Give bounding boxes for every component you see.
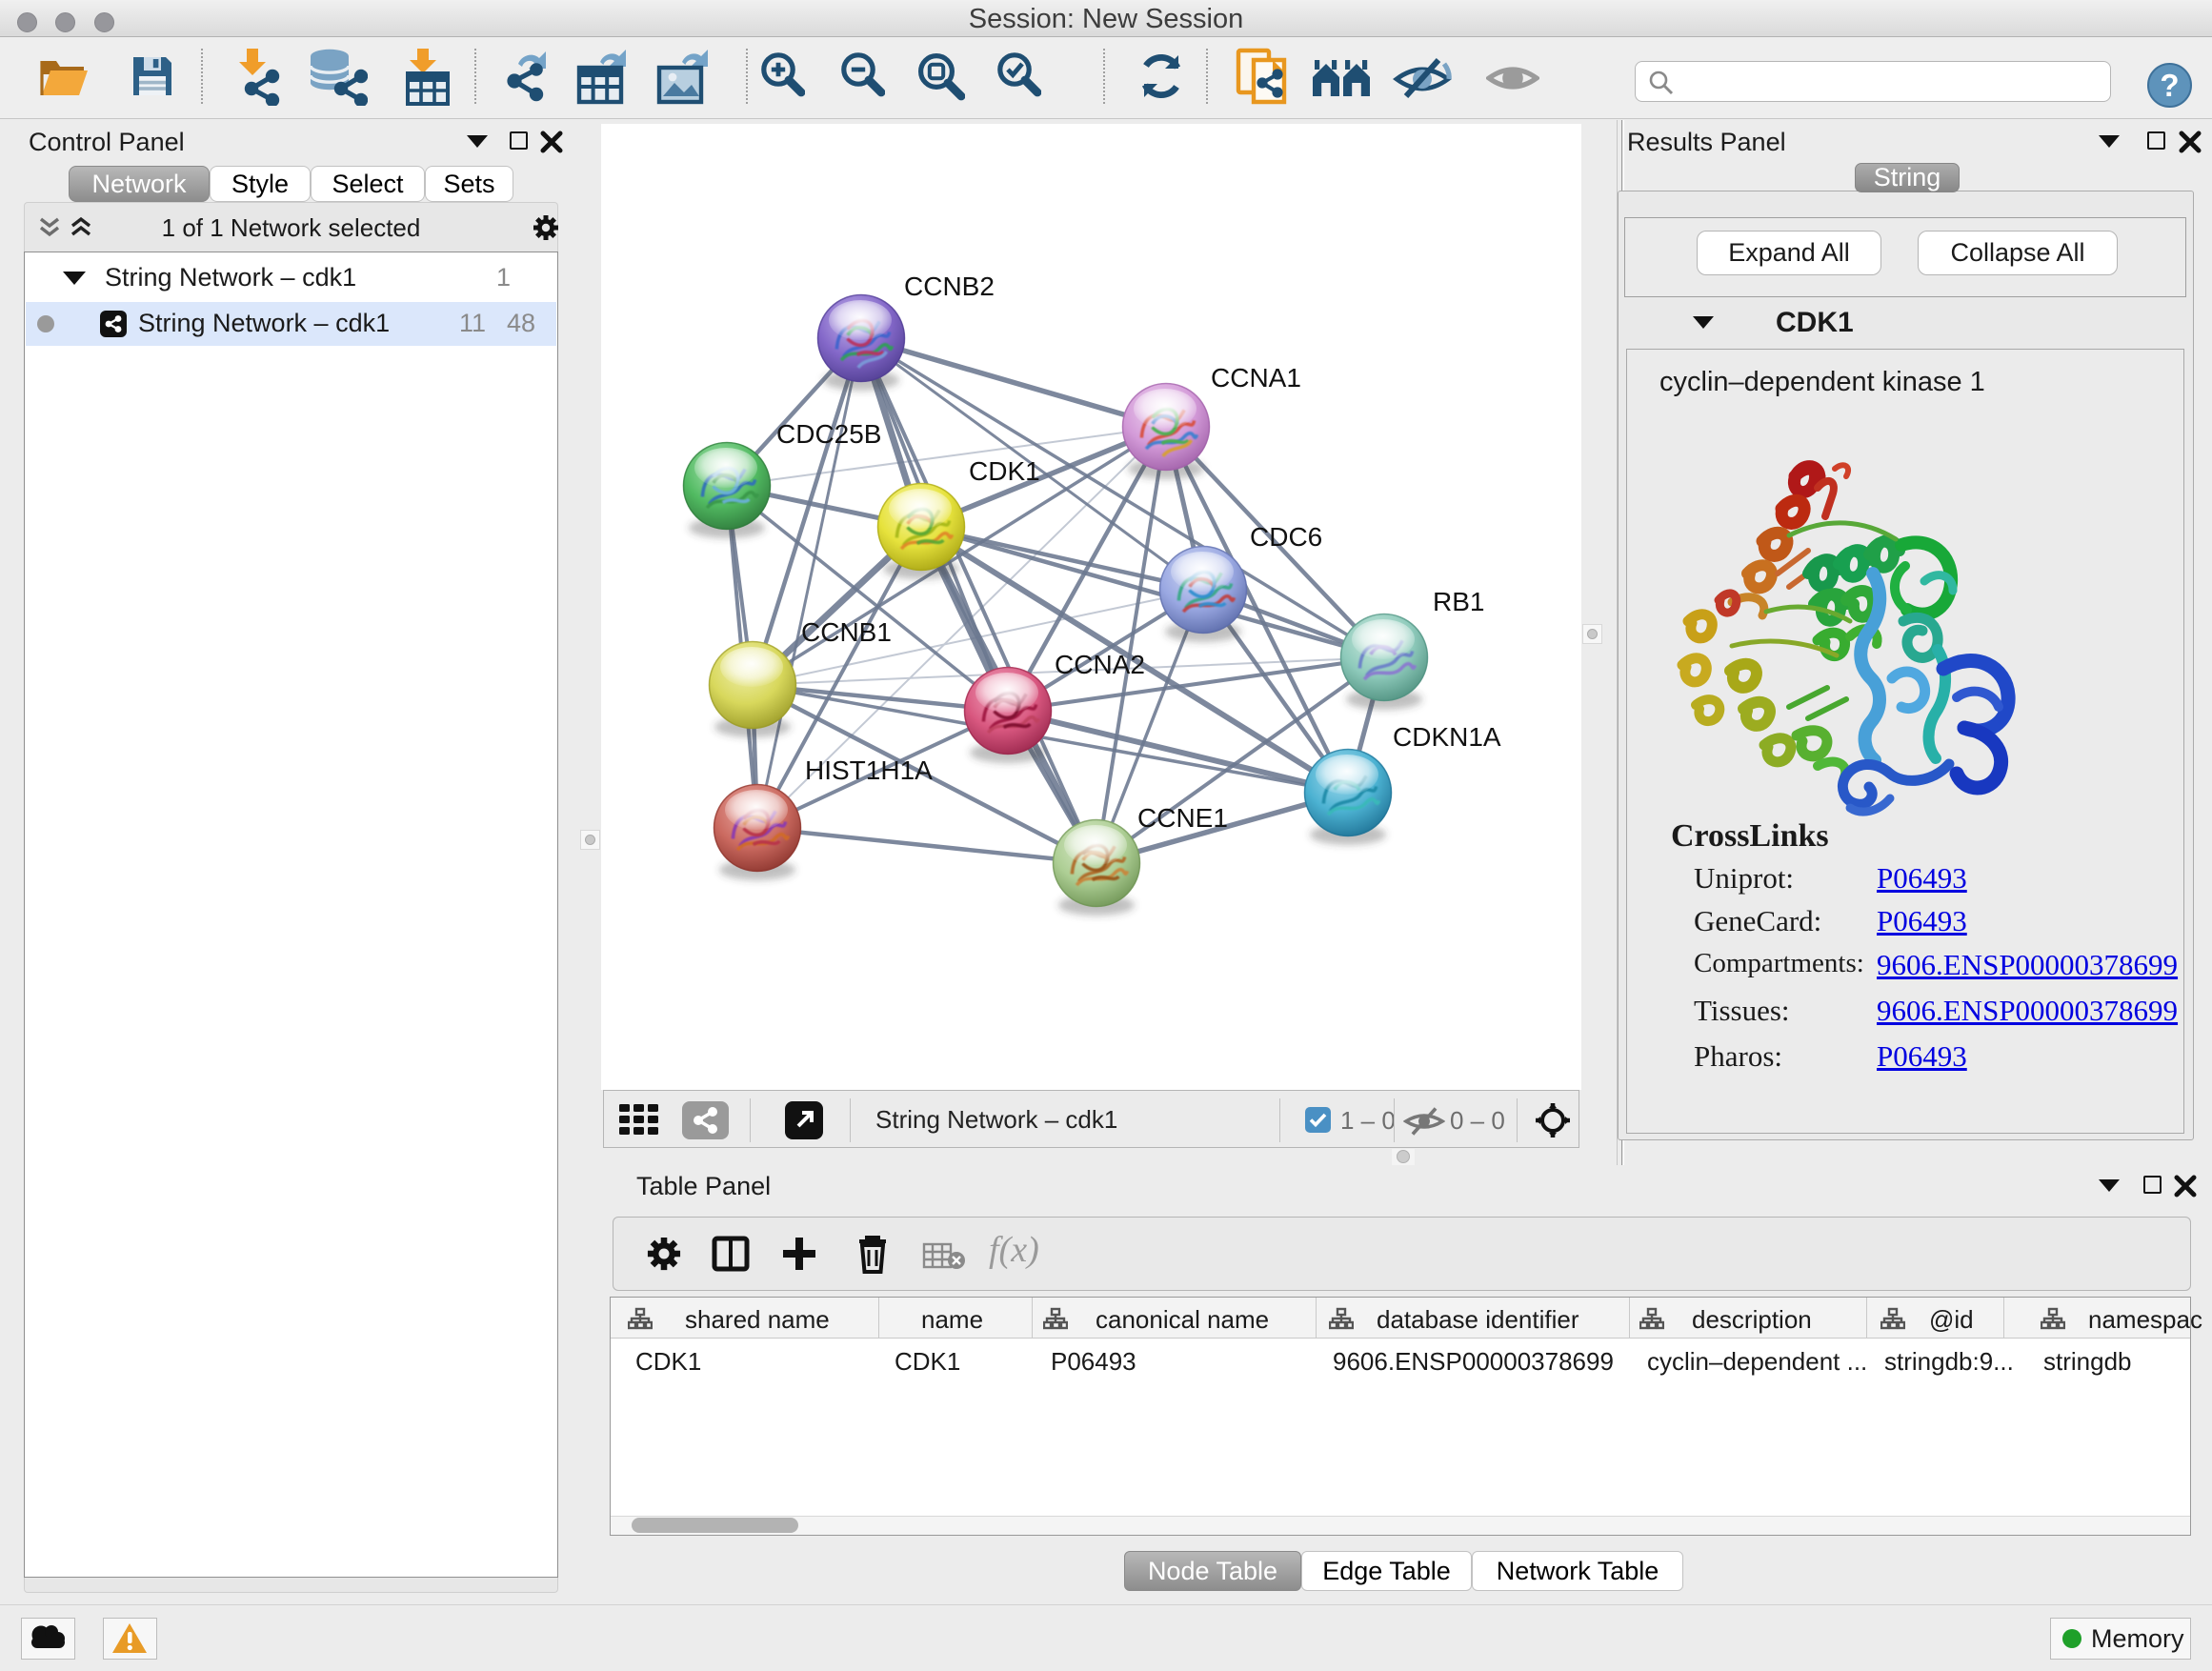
svg-text:CDC25B: CDC25B xyxy=(776,419,881,449)
svg-text:CDK1: CDK1 xyxy=(969,456,1040,486)
svg-text:CCNA2: CCNA2 xyxy=(1055,650,1145,679)
svg-text:CCNB2: CCNB2 xyxy=(904,272,995,301)
svg-text:RB1: RB1 xyxy=(1433,587,1484,616)
svg-text:CDKN1A: CDKN1A xyxy=(1393,722,1501,752)
svg-text:HIST1H1A: HIST1H1A xyxy=(805,755,933,785)
svg-text:CCNA1: CCNA1 xyxy=(1211,363,1301,393)
svg-text:CCNB1: CCNB1 xyxy=(801,617,892,647)
svg-text:CDC6: CDC6 xyxy=(1250,522,1322,552)
svg-text:CCNE1: CCNE1 xyxy=(1137,803,1228,833)
